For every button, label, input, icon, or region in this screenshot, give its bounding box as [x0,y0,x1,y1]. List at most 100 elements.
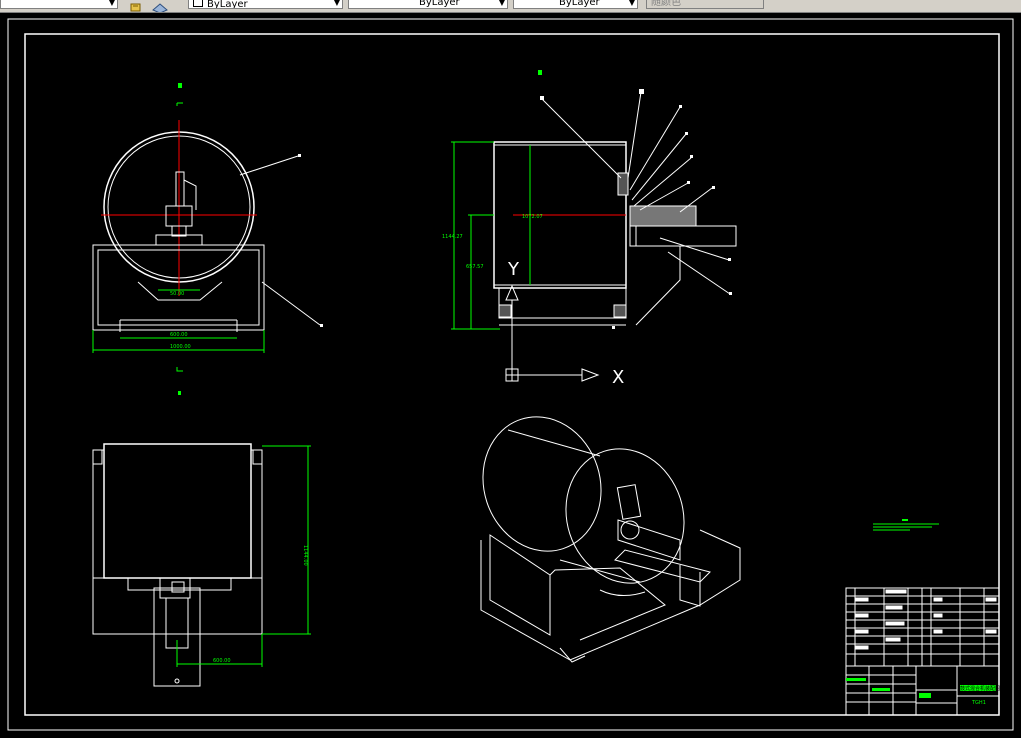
side-view-marker [538,70,542,75]
parts-text [933,613,943,618]
technical-notes [873,519,939,531]
side-base-frame [498,287,627,319]
hatched-foot [613,304,627,318]
width-dimension-text: 1072.07 [522,214,543,220]
layer-states-icon[interactable] [130,0,144,12]
ucs-y-label: Y [507,259,520,280]
iso-drum-top-edge [507,429,601,457]
linetype-combo[interactable]: ByLayer ▼ [348,0,508,9]
base-dimension-text: 600.00 [170,332,188,338]
parts-text [985,597,997,602]
leader-line [667,251,731,295]
plotstyle-combo-value: 随颜色 [651,0,681,8]
part-balloon [320,324,323,327]
height-dimension-text: 1144.27 [442,234,463,240]
leader-line [239,155,299,176]
chevron-down-icon[interactable]: ▼ [499,0,505,8]
checker-cell [872,688,890,691]
front-view-marker [178,83,182,88]
motor-hatched [629,205,697,227]
motor-shaft-housing [629,225,737,247]
iso-motor-upright [616,484,642,520]
parts-text [985,629,997,634]
parts-text [855,613,869,618]
part-balloon [639,89,644,94]
plan-view: 1144.00 600.00 [92,443,311,687]
support-leg [635,246,681,326]
color-combo-value: ByLayer [207,0,248,9]
parts-text [855,629,869,634]
front-view-marker [178,391,181,395]
part-balloon [729,292,732,295]
ucs-x-label: X [612,367,624,388]
plan-bearing [92,449,103,465]
leader-line [659,237,730,261]
parts-text [933,629,943,634]
lineweight-combo-value: ByLayer [559,0,600,8]
part-balloon [712,186,715,189]
part-balloon [298,154,301,157]
isometric-view [480,416,741,663]
motor-body [175,171,185,207]
leader-line [261,281,321,326]
iso-rail-support [679,565,701,607]
notes-heading [902,519,908,521]
plan-offset-dimension-text: 600.00 [213,658,231,664]
color-combo[interactable]: ByLayer ▼ [188,0,343,9]
part-balloon [540,96,544,100]
properties-toolbar: ▼ ByLayer ▼ ByLayer ▼ ByLayer ▼ 随颜色 [0,0,1021,13]
parts-text [855,597,869,602]
title-block [845,587,1000,716]
part-balloon [728,258,731,261]
iso-motor-body [617,519,681,561]
bolt-hole [174,678,180,684]
layer-previous-icon[interactable] [152,0,168,12]
front-view: 50.00 600.00 1000.00 [92,83,323,395]
layer-combo[interactable]: ▼ [0,0,118,9]
part-balloon [685,132,688,135]
parts-text [885,605,903,610]
linetype-combo-value: ByLayer [419,0,460,8]
motor-plan-housing [153,587,201,687]
color-swatch [193,0,203,7]
chevron-down-icon[interactable]: ▼ [629,0,635,8]
parts-text [855,645,869,650]
section-mark [176,367,183,372]
plotstyle-combo[interactable]: 随颜色 [646,0,764,9]
plan-frame [92,577,263,635]
small-mark [612,326,615,329]
scale-highlight [919,693,931,698]
hatched-foot [498,304,512,318]
part-balloon [679,105,682,108]
iso-base-frame [480,529,741,661]
leader-line [633,157,692,207]
chevron-down-icon[interactable]: ▼ [334,0,340,8]
parts-text [885,589,907,594]
ucs-x-arrow [581,368,600,382]
parts-text [933,597,943,602]
part-balloon [690,155,693,158]
leader-line [540,97,622,179]
plan-side-rail [92,449,105,579]
parts-text [885,621,905,626]
plan-side-rail [250,449,263,579]
designer-cell [846,678,866,681]
leader-line [631,133,687,201]
lineweight-combo[interactable]: ByLayer ▼ [513,0,638,9]
drawing-title: 鼓式混合机装配图 [960,685,1000,692]
leader-line [629,106,681,191]
parts-text [885,637,901,642]
part-balloon [687,181,690,184]
iso-cradle-curve [599,589,646,596]
iso-base-cradle [549,567,666,641]
arc-dimension-text: 50.00 [170,291,184,297]
section-mark [176,102,183,106]
overall-dimension-text: 1000.00 [170,344,191,350]
iso-drum-back-ellipse [482,416,602,552]
plan-bearing [252,449,263,465]
chevron-down-icon[interactable]: ▼ [109,0,115,8]
drawing-number: TGH1 [971,700,986,706]
plan-height-dimension-text: 1144.00 [302,545,308,566]
side-view: 1144.27 657.57 1072.07 Y X [442,70,737,388]
drawing-canvas[interactable]: 50.00 600.00 1000.00 1144.27 657.57 1072… [0,13,1021,734]
